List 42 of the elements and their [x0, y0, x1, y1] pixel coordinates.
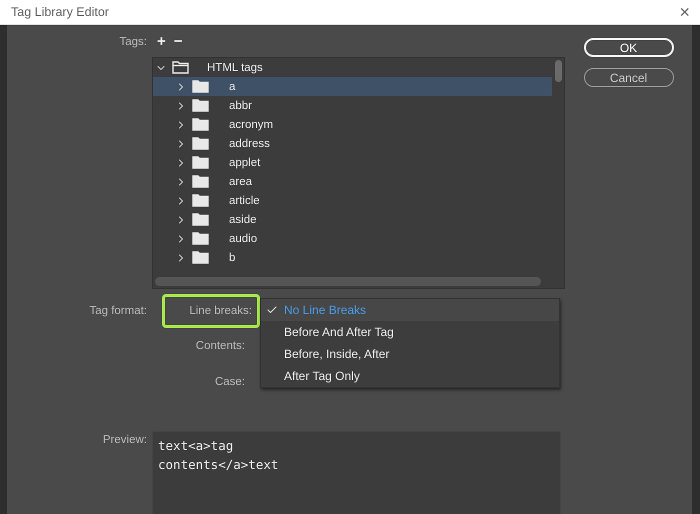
folder-icon: [192, 194, 209, 207]
folder-icon: [192, 118, 209, 131]
tag-format-label: Tag format:: [88, 305, 148, 317]
folder-icon: [192, 175, 209, 188]
preview-text: text<a>tag: [158, 437, 234, 455]
vertical-scrollbar[interactable]: [555, 60, 562, 82]
add-button[interactable]: +: [157, 35, 166, 49]
menu-item[interactable]: Before And After Tag: [261, 321, 559, 343]
menu-item[interactable]: Before, Inside, After: [261, 343, 559, 365]
tree-item[interactable]: HTML tags: [153, 58, 552, 77]
folder-icon: [192, 251, 209, 264]
field-label: Contents:: [194, 339, 246, 354]
tree-item[interactable]: area: [153, 172, 552, 191]
ok-button[interactable]: OK: [584, 38, 674, 57]
remove-button[interactable]: −: [174, 35, 183, 49]
window-title: Tag Library Editor: [11, 5, 109, 19]
folder-icon: [192, 156, 209, 169]
field-label: Line breaks:: [162, 294, 260, 328]
preview-label: Preview:: [102, 434, 148, 446]
tree-item[interactable]: address: [153, 134, 552, 153]
tags-label: Tags:: [118, 36, 148, 48]
menu-item[interactable]: After Tag Only: [261, 365, 559, 387]
folder-icon: [192, 232, 209, 245]
folder-icon: [192, 213, 209, 226]
field-label: Case:: [214, 375, 246, 390]
folder-icon: [192, 99, 209, 112]
tree-item[interactable]: article: [153, 191, 552, 210]
check-icon: [266, 304, 278, 316]
tree-item[interactable]: aside: [153, 210, 552, 229]
folder-icon: [172, 61, 189, 74]
tree-item[interactable]: audio: [153, 229, 552, 248]
close-button[interactable]: ×: [677, 3, 692, 21]
tree-item[interactable]: applet: [153, 153, 552, 172]
tree-item[interactable]: b: [153, 248, 552, 267]
horizontal-scrollbar[interactable]: [155, 277, 541, 286]
tree-item[interactable]: acronym: [153, 115, 552, 134]
folder-icon: [192, 137, 209, 150]
tree-item[interactable]: a: [153, 77, 552, 96]
tree-item[interactable]: abbr: [153, 96, 552, 115]
folder-icon: [192, 80, 209, 93]
preview-text: contents</a>text: [158, 456, 280, 474]
cancel-button[interactable]: Cancel: [584, 68, 674, 87]
